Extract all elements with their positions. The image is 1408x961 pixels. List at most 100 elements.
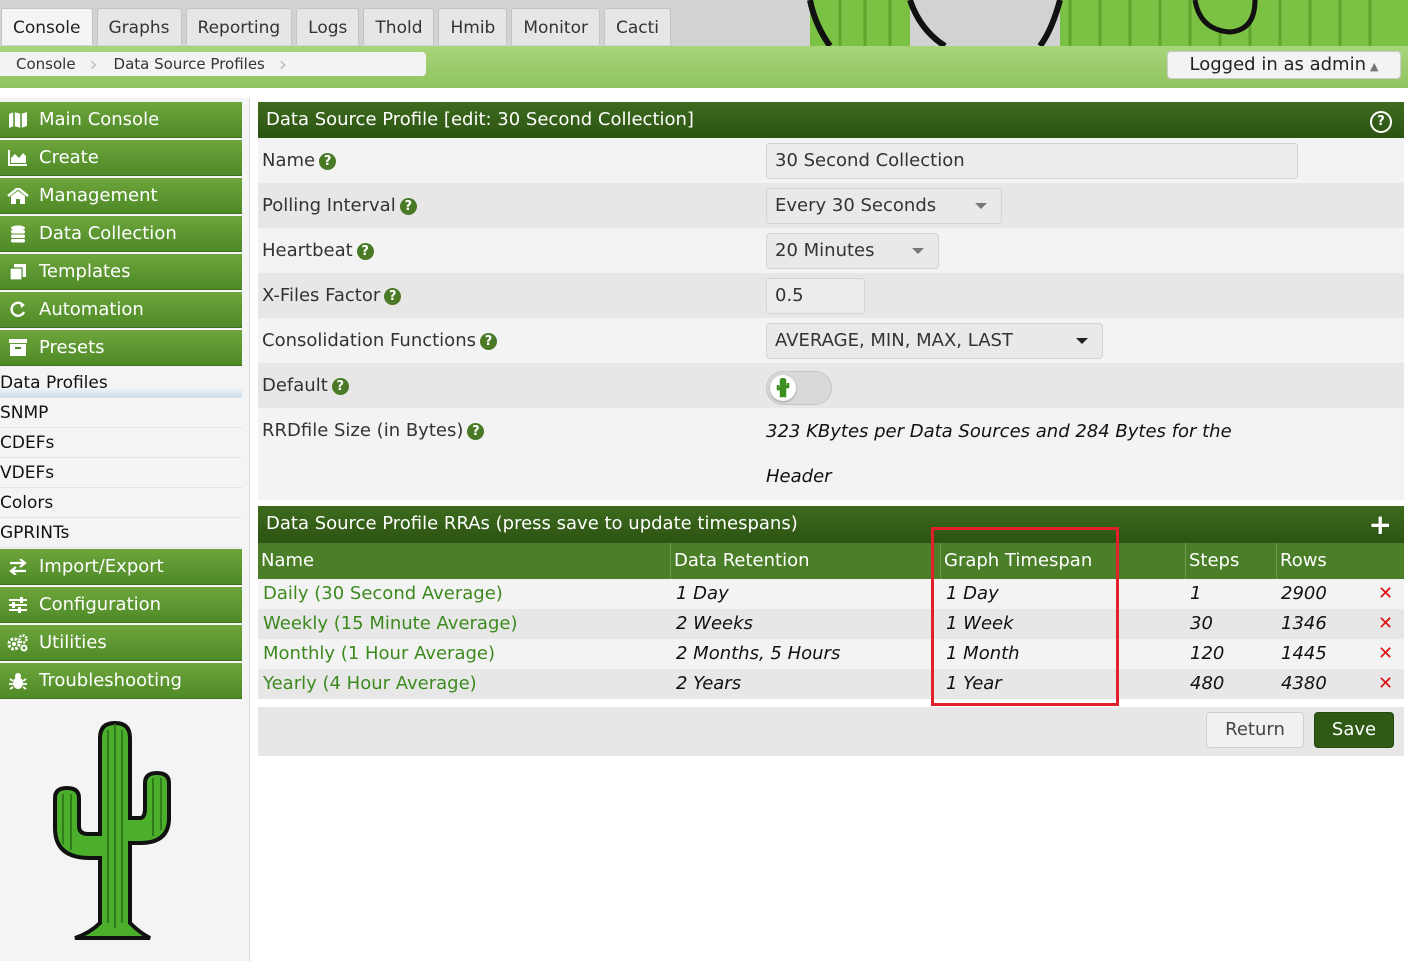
sidebar-item-create[interactable]: Create (0, 140, 242, 176)
delete-x-icon[interactable]: ✕ (1378, 609, 1393, 639)
sidebar-item-label: Import/Export (39, 556, 164, 577)
sidebar-item-label: Data Collection (39, 223, 177, 244)
main-tabs: Console Graphs Reporting Logs Thold Hmib… (0, 0, 671, 46)
sidebar-subitem-gprints[interactable]: GPRINTs (0, 518, 242, 548)
tab-graphs[interactable]: Graphs (96, 8, 182, 45)
table-row: Yearly (4 Hour Average) 2 Years 1 Year 4… (258, 669, 1404, 699)
data-retention-cell: 2 Weeks (676, 613, 753, 634)
cactus-toggle-knob-icon (770, 375, 796, 401)
sidebar-subitem-cdefs[interactable]: CDEFs (0, 428, 242, 458)
rra-name-link[interactable]: Weekly (15 Minute Average) (263, 609, 517, 639)
sidebar-item-main-console[interactable]: Main Console (0, 102, 242, 138)
rra-name-link[interactable]: Yearly (4 Hour Average) (263, 669, 477, 699)
sidebar-item-templates[interactable]: Templates (0, 254, 242, 290)
column-header-data-retention[interactable]: Data Retention (670, 543, 810, 579)
user-menu-button[interactable]: Logged in as admin ▲ (1167, 51, 1401, 79)
top-navigation: Console Graphs Reporting Logs Thold Hmib… (0, 0, 1408, 46)
tab-reporting[interactable]: Reporting (185, 8, 293, 45)
polling-interval-select[interactable]: Every 30 Seconds (766, 188, 1002, 224)
tab-console[interactable]: Console (1, 8, 93, 45)
sidebar: Main Console Create Management Data Coll… (0, 98, 250, 961)
question-icon[interactable]: ? (399, 198, 417, 215)
sidebar-subitem-snmp[interactable]: SNMP (0, 398, 242, 428)
graph-timespan-cell: 1 Year (946, 673, 1002, 694)
field-label: Polling Interval? (262, 183, 417, 228)
cogs-icon (4, 633, 32, 652)
sidebar-item-label: Presets (39, 337, 105, 358)
add-plus-icon[interactable]: + (1369, 506, 1392, 543)
default-toggle[interactable] (766, 371, 832, 405)
breadcrumb-data-source-profiles[interactable]: Data Source Profiles (98, 55, 279, 73)
tab-monitor[interactable]: Monitor (511, 8, 600, 45)
column-header-steps[interactable]: Steps (1185, 543, 1239, 579)
question-icon[interactable]: ? (331, 378, 349, 395)
help-icon[interactable]: ? (1370, 111, 1392, 133)
delete-x-icon[interactable]: ✕ (1378, 579, 1393, 609)
sidebar-subitem-vdefs[interactable]: VDEFs (0, 458, 242, 488)
sidebar-item-label: Automation (39, 299, 144, 320)
sidebar-item-label: Create (39, 147, 99, 168)
rows-cell: 2900 (1281, 583, 1327, 604)
return-button[interactable]: Return (1206, 712, 1304, 748)
question-icon[interactable]: ? (356, 243, 374, 260)
rra-name-link[interactable]: Daily (30 Second Average) (263, 579, 503, 609)
save-button[interactable]: Save (1314, 712, 1394, 748)
sidebar-subitem-colors[interactable]: Colors (0, 488, 242, 518)
xff-input[interactable]: 0.5 (766, 278, 865, 314)
column-header-name[interactable]: Name (258, 543, 314, 579)
rra-panel-header: Data Source Profile RRAs (press save to … (258, 506, 1404, 543)
breadcrumb-separator-icon: › (89, 52, 98, 76)
question-icon[interactable]: ? (319, 153, 337, 170)
copy-icon (4, 263, 32, 281)
sidebar-item-presets[interactable]: Presets (0, 330, 242, 366)
question-icon[interactable]: ? (467, 423, 485, 440)
field-label: RRDfile Size (in Bytes)? (262, 408, 485, 453)
form-row-rrd-size: RRDfile Size (in Bytes)? 323 KBytes per … (258, 408, 1404, 500)
sidebar-item-label: Utilities (39, 632, 107, 653)
question-icon[interactable]: ? (384, 288, 402, 305)
form-row-xff: X-Files Factor? 0.5 (258, 273, 1404, 318)
tab-logs[interactable]: Logs (296, 8, 360, 45)
sidebar-item-management[interactable]: Management (0, 178, 242, 214)
column-header-graph-timespan[interactable]: Graph Timespan (940, 543, 1092, 579)
caret-up-icon: ▲ (1370, 60, 1379, 73)
table-row: Weekly (15 Minute Average) 2 Weeks 1 Wee… (258, 609, 1404, 639)
delete-x-icon[interactable]: ✕ (1378, 639, 1393, 669)
delete-x-icon[interactable]: ✕ (1378, 669, 1393, 699)
heartbeat-select[interactable]: 20 Minutes (766, 233, 939, 269)
area-chart-icon (4, 149, 32, 166)
tab-thold[interactable]: Thold (363, 8, 435, 45)
rra-name-link[interactable]: Monthly (1 Hour Average) (263, 639, 495, 669)
form-row-consolidation: Consolidation Functions? AVERAGE, MIN, M… (258, 318, 1404, 363)
breadcrumb-bar: Console › Data Source Profiles › Logged … (0, 46, 1408, 88)
refresh-icon (4, 301, 32, 319)
data-retention-cell: 2 Years (676, 673, 742, 694)
column-header-rows[interactable]: Rows (1276, 543, 1327, 579)
sidebar-item-utilities[interactable]: Utilities (0, 625, 242, 661)
sidebar-item-troubleshooting[interactable]: Troubleshooting (0, 663, 242, 699)
steps-cell: 30 (1190, 613, 1213, 634)
sidebar-item-import-export[interactable]: Import/Export (0, 549, 242, 585)
sidebar-item-label: Main Console (39, 109, 160, 130)
table-row: Monthly (1 Hour Average) 2 Months, 5 Hou… (258, 639, 1404, 669)
name-input[interactable]: 30 Second Collection (766, 143, 1298, 179)
table-row: Daily (30 Second Average) 1 Day 1 Day 1 … (258, 579, 1404, 609)
steps-cell: 120 (1190, 643, 1225, 664)
question-icon[interactable]: ? (479, 333, 497, 350)
breadcrumb-console[interactable]: Console (0, 55, 90, 73)
field-label: Consolidation Functions? (262, 318, 497, 363)
form-footer: Return Save (258, 707, 1404, 756)
steps-cell: 480 (1190, 673, 1225, 694)
sidebar-item-label: Configuration (39, 594, 162, 615)
sidebar-item-configuration[interactable]: Configuration (0, 587, 242, 623)
rows-cell: 1445 (1281, 643, 1327, 664)
sidebar-item-data-collection[interactable]: Data Collection (0, 216, 242, 252)
consolidation-functions-select[interactable]: AVERAGE, MIN, MAX, LAST (766, 323, 1103, 359)
sidebar-item-automation[interactable]: Automation (0, 292, 242, 328)
tab-cacti[interactable]: Cacti (603, 8, 671, 45)
sidebar-subitem-data-profiles[interactable]: Data Profiles (0, 368, 242, 398)
tab-hmib[interactable]: Hmib (438, 8, 508, 45)
rows-cell: 1346 (1281, 613, 1327, 634)
field-label: Name? (262, 138, 337, 183)
sidebar-item-label: Management (39, 185, 158, 206)
